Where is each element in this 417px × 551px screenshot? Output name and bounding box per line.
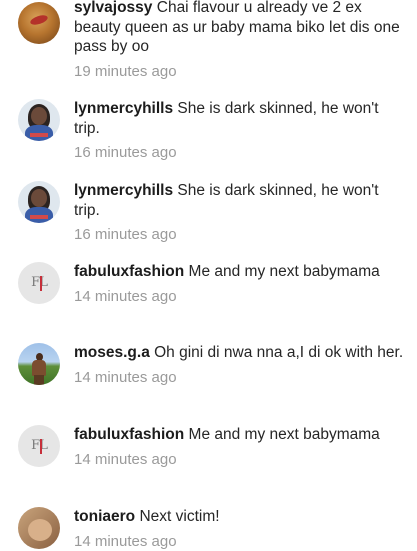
username-link[interactable]: sylvajossy (74, 0, 152, 16)
avatar[interactable] (18, 99, 60, 141)
comment-body: lynmercyhills She is dark skinned, he wo… (74, 181, 404, 245)
avatar[interactable]: FL (18, 262, 60, 304)
username-link[interactable]: lynmercyhills (74, 100, 173, 117)
username-link[interactable]: moses.g.a (74, 344, 150, 361)
username-link[interactable]: fabuluxfashion (74, 263, 184, 280)
avatar[interactable] (18, 2, 60, 44)
comment-body: toniaero Next victim! 14 minutes ago (74, 507, 404, 551)
avatar[interactable] (18, 343, 60, 385)
comment-body: fabuluxfashion Me and my next babymama 1… (74, 262, 404, 306)
comment-body: fabuluxfashion Me and my next babymama 1… (74, 425, 404, 469)
username-link[interactable]: lynmercyhills (74, 182, 173, 199)
avatar[interactable] (18, 181, 60, 223)
comment-timestamp: 16 minutes ago (74, 143, 404, 163)
avatar-image (28, 519, 52, 541)
comment-body: lynmercyhills She is dark skinned, he wo… (74, 99, 404, 163)
comment-body: sylvajossy Chai flavour u already ve 2 e… (74, 0, 404, 81)
comment-timestamp: 14 minutes ago (74, 287, 404, 307)
comment-timestamp: 19 minutes ago (74, 62, 404, 82)
comment-timestamp: 16 minutes ago (74, 225, 404, 245)
username-link[interactable]: toniaero (74, 508, 135, 525)
brand-logo: FL (18, 275, 60, 290)
comment-text: Me and my next babymama (189, 263, 380, 280)
comment-timestamp: 14 minutes ago (74, 532, 404, 551)
comment-text: Oh gini di nwa nna a,I di ok with her. (154, 344, 403, 361)
comment-text: Me and my next babymama (189, 426, 380, 443)
brand-logo: FL (18, 438, 60, 453)
comment-text: Next victim! (139, 508, 219, 525)
comment-timestamp: 14 minutes ago (74, 368, 404, 388)
avatar[interactable]: FL (18, 425, 60, 467)
comment-timestamp: 14 minutes ago (74, 450, 404, 470)
avatar-image (29, 13, 49, 26)
comment-body: moses.g.a Oh gini di nwa nna a,I di ok w… (74, 343, 404, 387)
avatar[interactable] (18, 507, 60, 549)
username-link[interactable]: fabuluxfashion (74, 426, 184, 443)
